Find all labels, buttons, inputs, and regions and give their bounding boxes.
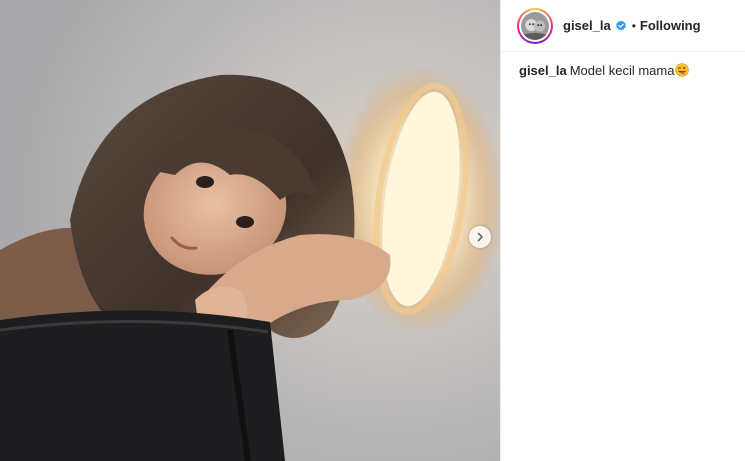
verified-badge-icon [615, 20, 627, 32]
separator-dot: • [631, 18, 636, 33]
avatar[interactable] [517, 7, 553, 44]
post-caption: gisel_la Model kecil mama [501, 52, 745, 80]
author-username-link[interactable]: gisel_la [563, 18, 611, 33]
post-photo [0, 0, 500, 461]
caption-username-link[interactable]: gisel_la [519, 63, 567, 78]
post-media[interactable] [0, 0, 500, 461]
post-side-panel: gisel_la • Following gisel_la Model kecil… [500, 0, 745, 461]
post-header: gisel_la • Following [501, 0, 745, 52]
caption-text: Model kecil mama [569, 63, 675, 78]
chevron-right-icon [477, 232, 483, 242]
winking-face-with-tongue-icon [675, 63, 690, 77]
next-photo-button[interactable] [469, 226, 491, 248]
avatar-image [521, 11, 549, 40]
instagram-post: gisel_la • Following gisel_la Model kecil… [0, 0, 745, 461]
following-button[interactable]: Following [640, 18, 701, 33]
